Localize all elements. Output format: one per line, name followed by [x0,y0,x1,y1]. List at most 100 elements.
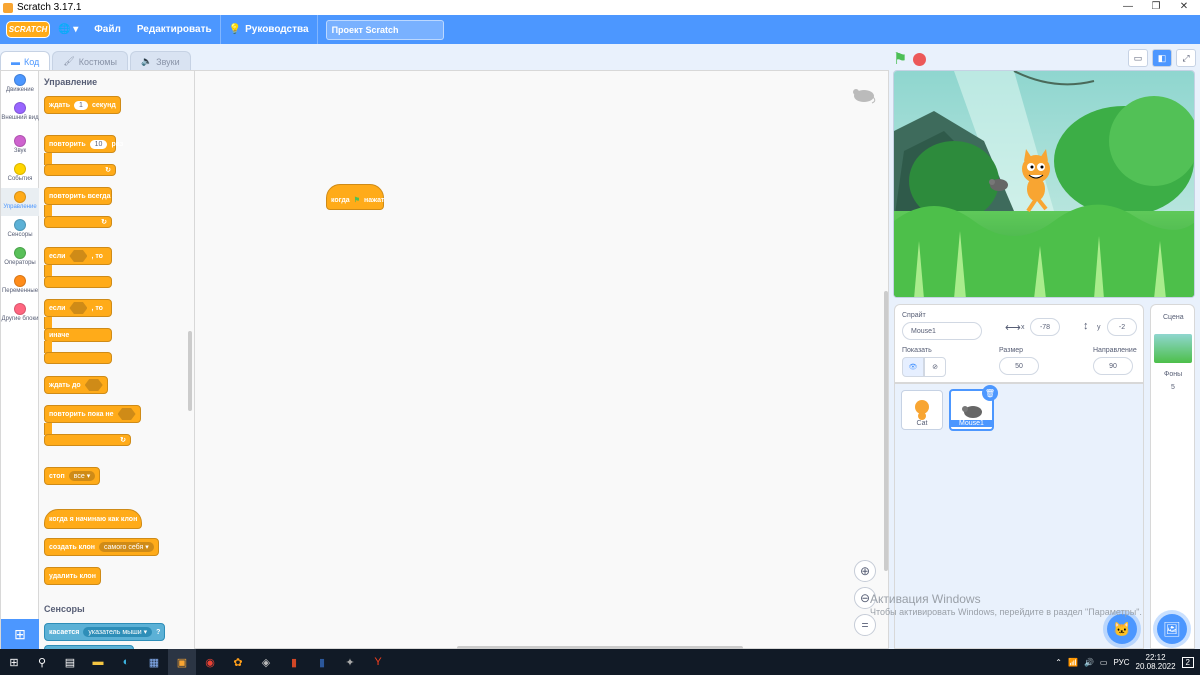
file-explorer-icon[interactable]: ▬ [84,649,112,675]
create-clone-block[interactable]: создать клон самого себя ▾ [44,538,159,556]
condition-slot[interactable] [69,250,88,262]
category-sound[interactable]: Звук [1,132,39,160]
category-events[interactable]: События [1,160,39,188]
sprite-name-input[interactable]: Mouse1 [902,322,982,340]
x-input[interactable]: -78 [1030,318,1060,336]
repeat-block[interactable]: повторить 10 раз [44,135,123,153]
notification-count[interactable]: 2 [1181,656,1194,668]
paint-icon[interactable]: ✿ [224,649,252,675]
show-hidden-button[interactable]: ⊘ [924,357,946,377]
motion-dot-icon [14,74,26,86]
clock[interactable]: 22:12 20.08.2022 [1136,653,1176,671]
stop-icon[interactable] [913,52,927,66]
scratch-taskbar-icon[interactable]: ▣ [168,649,196,675]
close-button[interactable]: ✕ [1170,0,1198,15]
stop-dropdown[interactable]: все ▾ [68,471,96,481]
if-else-block[interactable]: если , то [44,299,112,317]
sprite-thumb-cat[interactable]: Cat [901,390,943,430]
network-icon[interactable]: 📶 [1068,658,1078,667]
volume-icon[interactable]: 🔊 [1084,658,1094,667]
fullscreen-button[interactable]: ⤢ [1176,49,1196,67]
wait-block[interactable]: ждать 1 секунд [44,96,121,114]
category-control[interactable]: Управление [1,188,39,216]
block-text: когда я начинаю как клон [49,515,138,523]
size-input[interactable]: 50 [999,357,1039,375]
direction-input[interactable]: 90 [1093,357,1133,375]
zoom-in-button[interactable]: ⊕ [854,560,876,582]
tray-arrow-icon[interactable]: ⌃ [1055,658,1062,667]
clone-target-dropdown[interactable]: самого себя ▾ [99,542,154,552]
when-clone-hat-block[interactable]: когда я начинаю как клон [44,509,143,529]
category-menu: Движение Внешний вид Звук События Управл… [1,71,39,619]
operators-dot-icon [14,247,26,259]
scratch-logo[interactable]: SCRATCH [6,21,50,38]
yandex-browser-icon[interactable]: Y [364,649,392,675]
workspace-vertical-scrollbar[interactable] [884,291,888,571]
app-icon[interactable]: ◈ [252,649,280,675]
stop-block[interactable]: стоп все ▾ [44,467,101,485]
edge-browser-icon[interactable]: ◐ [112,649,140,675]
control-dot-icon [14,191,26,203]
small-stage-button[interactable]: ▭ [1128,49,1148,67]
block-text: ждать до [49,381,81,389]
show-visible-button[interactable]: 👁 [902,357,924,377]
wait-until-block[interactable]: ждать до [44,376,108,394]
wait-input[interactable]: 1 [74,100,88,110]
tab-sounds[interactable]: 🔈 Звуки [129,51,191,71]
language-indicator[interactable]: РУС [1113,658,1129,667]
powerpoint-icon[interactable]: ▮ [280,649,308,675]
category-operators[interactable]: Операторы [1,244,39,272]
touching-dropdown[interactable]: указатель мыши ▾ [83,627,153,637]
when-flag-clicked-block[interactable]: когда ⚑ нажат [326,184,384,210]
condition-slot[interactable] [69,302,88,314]
condition-slot[interactable] [117,408,136,420]
word-icon[interactable]: ▮ [308,649,336,675]
calculator-icon[interactable]: ▦ [140,649,168,675]
delete-sprite-button[interactable]: 🗑 [982,385,998,401]
y-input[interactable]: -2 [1107,318,1137,336]
stage-selector[interactable]: Сцена Фоны 5 [1150,304,1195,649]
zoom-reset-button[interactable]: = [854,614,876,636]
task-view-icon[interactable]: ▤ [56,649,84,675]
category-sensing[interactable]: Сенсоры [1,216,39,244]
block-palette: Управление ждать 1 секунд повторить 10 раз ↻… [39,71,195,649]
maximize-button[interactable]: ❐ [1142,0,1170,15]
forever-block[interactable]: повторить всегда [44,187,112,205]
file-menu[interactable]: Файл [86,15,129,44]
palette-section-title: Управление [44,77,98,87]
backdrop-thumbnail [1154,334,1192,363]
language-menu[interactable]: 🌐 ▾ [50,15,86,44]
tab-code[interactable]: ▬ Код [0,51,51,71]
search-icon[interactable]: ⚲ [28,649,56,675]
start-windows-icon[interactable]: ⊞ [0,649,28,675]
repeat-input[interactable]: 10 [89,139,108,149]
category-myblocks[interactable]: Другие блоки [1,300,39,328]
palette-scrollbar[interactable] [188,331,192,411]
condition-slot[interactable] [84,379,103,391]
choose-sprite-button[interactable]: 🐱 [1107,614,1137,644]
green-flag-icon[interactable]: ⚑ [893,49,907,69]
minimize-button[interactable]: — [1114,0,1142,15]
game-icon[interactable]: ✦ [336,649,364,675]
category-motion[interactable]: Движение [1,71,39,99]
add-extension-button[interactable]: ⊞ [1,619,39,650]
choose-backdrop-button[interactable]: 🖼 [1157,614,1187,644]
tab-costumes[interactable]: 🖌 Костюмы [52,51,128,71]
stage-canvas[interactable] [893,70,1195,298]
tutorials-menu[interactable]: 💡 Руководства [221,15,317,44]
battery-icon[interactable]: ▭ [1100,658,1108,667]
zoom-out-icon: ⊖ [859,591,871,605]
category-label: Внешний вид [1,115,39,121]
category-looks[interactable]: Внешний вид [1,99,39,127]
chrome-icon[interactable]: ◉ [196,649,224,675]
touching-block[interactable]: касается указатель мыши ▾? [44,623,166,641]
if-block[interactable]: если , то [44,247,112,265]
block-text: ждать [49,101,71,109]
normal-stage-button[interactable]: ◧ [1152,49,1172,67]
repeat-until-block[interactable]: повторить пока не [44,405,141,423]
edit-menu[interactable]: Редактировать [129,15,220,44]
delete-clone-block[interactable]: удалить клон [44,567,101,585]
project-title-input[interactable]: Проект Scratch [325,19,444,40]
category-variables[interactable]: Переменные [1,272,39,300]
block-text: удалить клон [49,572,96,580]
